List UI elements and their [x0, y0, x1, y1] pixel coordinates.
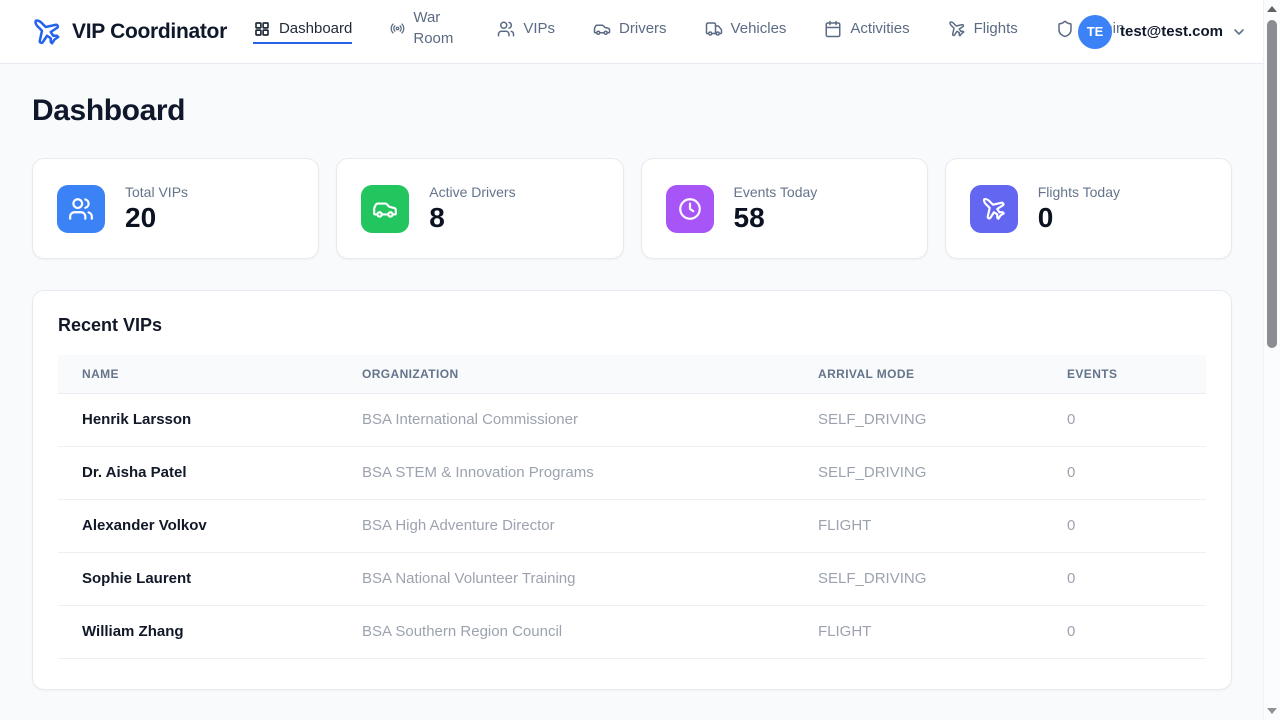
main-content: Dashboard Total VIPs 20 Active Drivers 8 — [0, 64, 1263, 690]
topbar: VIP Coordinator Dashboard War Room VIPs … — [0, 0, 1263, 64]
stat-value: 20 — [125, 203, 188, 232]
page-title: Dashboard — [32, 94, 1232, 128]
column-header-name: NAME — [58, 355, 338, 394]
column-header-arrival-mode: ARRIVAL MODE — [794, 355, 1043, 394]
vip-events-count: 0 — [1043, 394, 1206, 447]
column-header-organization: ORGANIZATION — [338, 355, 794, 394]
avatar[interactable]: TE — [1078, 15, 1112, 49]
nav-item-label: Vehicles — [731, 20, 787, 37]
nav-item-dashboard[interactable]: Dashboard — [253, 20, 352, 44]
nav-item-label: VIPs — [523, 20, 555, 37]
vip-events-count: 0 — [1043, 500, 1206, 553]
nav-item-war-room[interactable]: War Room — [390, 8, 459, 55]
dashboard-grid-icon — [253, 20, 271, 38]
stat-card-active-drivers: Active Drivers 8 — [336, 158, 623, 259]
table-row[interactable]: Sophie Laurent BSA National Volunteer Tr… — [58, 553, 1206, 606]
table-row[interactable]: Henrik Larsson BSA International Commiss… — [58, 394, 1206, 447]
app-viewport: VIP Coordinator Dashboard War Room VIPs … — [0, 0, 1263, 720]
vip-events-count: 0 — [1043, 553, 1206, 606]
vip-events-count: 0 — [1043, 606, 1206, 659]
stat-card-events-today: Events Today 58 — [641, 158, 928, 259]
vip-name: Henrik Larsson — [58, 394, 338, 447]
nav-item-label: War Room — [413, 8, 459, 49]
plane-icon — [948, 20, 966, 38]
stats-row: Total VIPs 20 Active Drivers 8 Events — [32, 158, 1232, 259]
nav-item-flights[interactable]: Flights — [948, 20, 1018, 44]
column-header-events: EVENTS — [1043, 355, 1206, 394]
stat-card-total-vips: Total VIPs 20 — [32, 158, 319, 259]
nav-item-label: Activities — [850, 20, 909, 37]
table-row[interactable]: Dr. Aisha Patel BSA STEM & Innovation Pr… — [58, 447, 1206, 500]
truck-icon — [705, 20, 723, 38]
shield-icon — [1056, 20, 1074, 38]
recent-vips-table: NAME ORGANIZATION ARRIVAL MODE EVENTS He… — [58, 355, 1206, 659]
user-menu[interactable]: TE test@test.com — [1078, 15, 1247, 49]
plane-icon — [970, 185, 1018, 233]
nav-item-label: Flights — [974, 20, 1018, 37]
stat-value: 58 — [734, 203, 818, 232]
table-row[interactable]: Alexander Volkov BSA High Adventure Dire… — [58, 500, 1206, 553]
vip-organization: BSA International Commissioner — [338, 394, 794, 447]
plane-logo-icon — [32, 17, 62, 47]
calendar-icon — [824, 20, 842, 38]
stat-value: 8 — [429, 203, 515, 232]
vip-arrival-mode: FLIGHT — [794, 500, 1043, 553]
nav-item-label: Dashboard — [279, 20, 352, 37]
nav-item-vehicles[interactable]: Vehicles — [705, 20, 787, 44]
car-icon — [593, 20, 611, 38]
stat-label: Events Today — [734, 184, 818, 200]
brand: VIP Coordinator — [32, 17, 227, 47]
user-email[interactable]: test@test.com — [1120, 23, 1223, 40]
table-row[interactable]: William Zhang BSA Southern Region Counci… — [58, 606, 1206, 659]
vip-name: Dr. Aisha Patel — [58, 447, 338, 500]
scroll-up-arrow-icon[interactable] — [1267, 6, 1277, 12]
clock-icon — [666, 185, 714, 233]
users-icon — [57, 185, 105, 233]
vip-name: William Zhang — [58, 606, 338, 659]
nav-item-vips[interactable]: VIPs — [497, 20, 555, 44]
users-icon — [497, 20, 515, 38]
chevron-down-icon[interactable] — [1231, 24, 1247, 40]
table-header-row: NAME ORGANIZATION ARRIVAL MODE EVENTS — [58, 355, 1206, 394]
stat-value: 0 — [1038, 203, 1120, 232]
nav-item-label: Drivers — [619, 20, 667, 37]
stat-label: Flights Today — [1038, 184, 1120, 200]
stat-card-flights-today: Flights Today 0 — [945, 158, 1232, 259]
scroll-down-arrow-icon[interactable] — [1267, 708, 1277, 714]
recent-vips-panel: Recent VIPs NAME ORGANIZATION ARRIVAL MO… — [32, 290, 1232, 690]
vip-organization: BSA National Volunteer Training — [338, 553, 794, 606]
recent-vips-title: Recent VIPs — [58, 315, 1206, 336]
stat-label: Total VIPs — [125, 184, 188, 200]
broadcast-icon — [390, 21, 405, 36]
vip-events-count: 0 — [1043, 447, 1206, 500]
nav-item-activities[interactable]: Activities — [824, 20, 909, 44]
app-title: VIP Coordinator — [72, 20, 227, 44]
vip-organization: BSA STEM & Innovation Programs — [338, 447, 794, 500]
stat-label: Active Drivers — [429, 184, 515, 200]
car-icon — [361, 185, 409, 233]
vip-organization: BSA Southern Region Council — [338, 606, 794, 659]
vip-arrival-mode: SELF_DRIVING — [794, 553, 1043, 606]
vip-organization: BSA High Adventure Director — [338, 500, 794, 553]
nav-item-drivers[interactable]: Drivers — [593, 20, 667, 44]
scrollbar-thumb[interactable] — [1267, 20, 1277, 348]
main-nav: Dashboard War Room VIPs Drivers Vehicles… — [253, 8, 1092, 55]
vip-arrival-mode: SELF_DRIVING — [794, 394, 1043, 447]
vip-arrival-mode: SELF_DRIVING — [794, 447, 1043, 500]
vip-name: Sophie Laurent — [58, 553, 338, 606]
vertical-scrollbar[interactable] — [1263, 0, 1280, 720]
vip-name: Alexander Volkov — [58, 500, 338, 553]
vip-arrival-mode: FLIGHT — [794, 606, 1043, 659]
